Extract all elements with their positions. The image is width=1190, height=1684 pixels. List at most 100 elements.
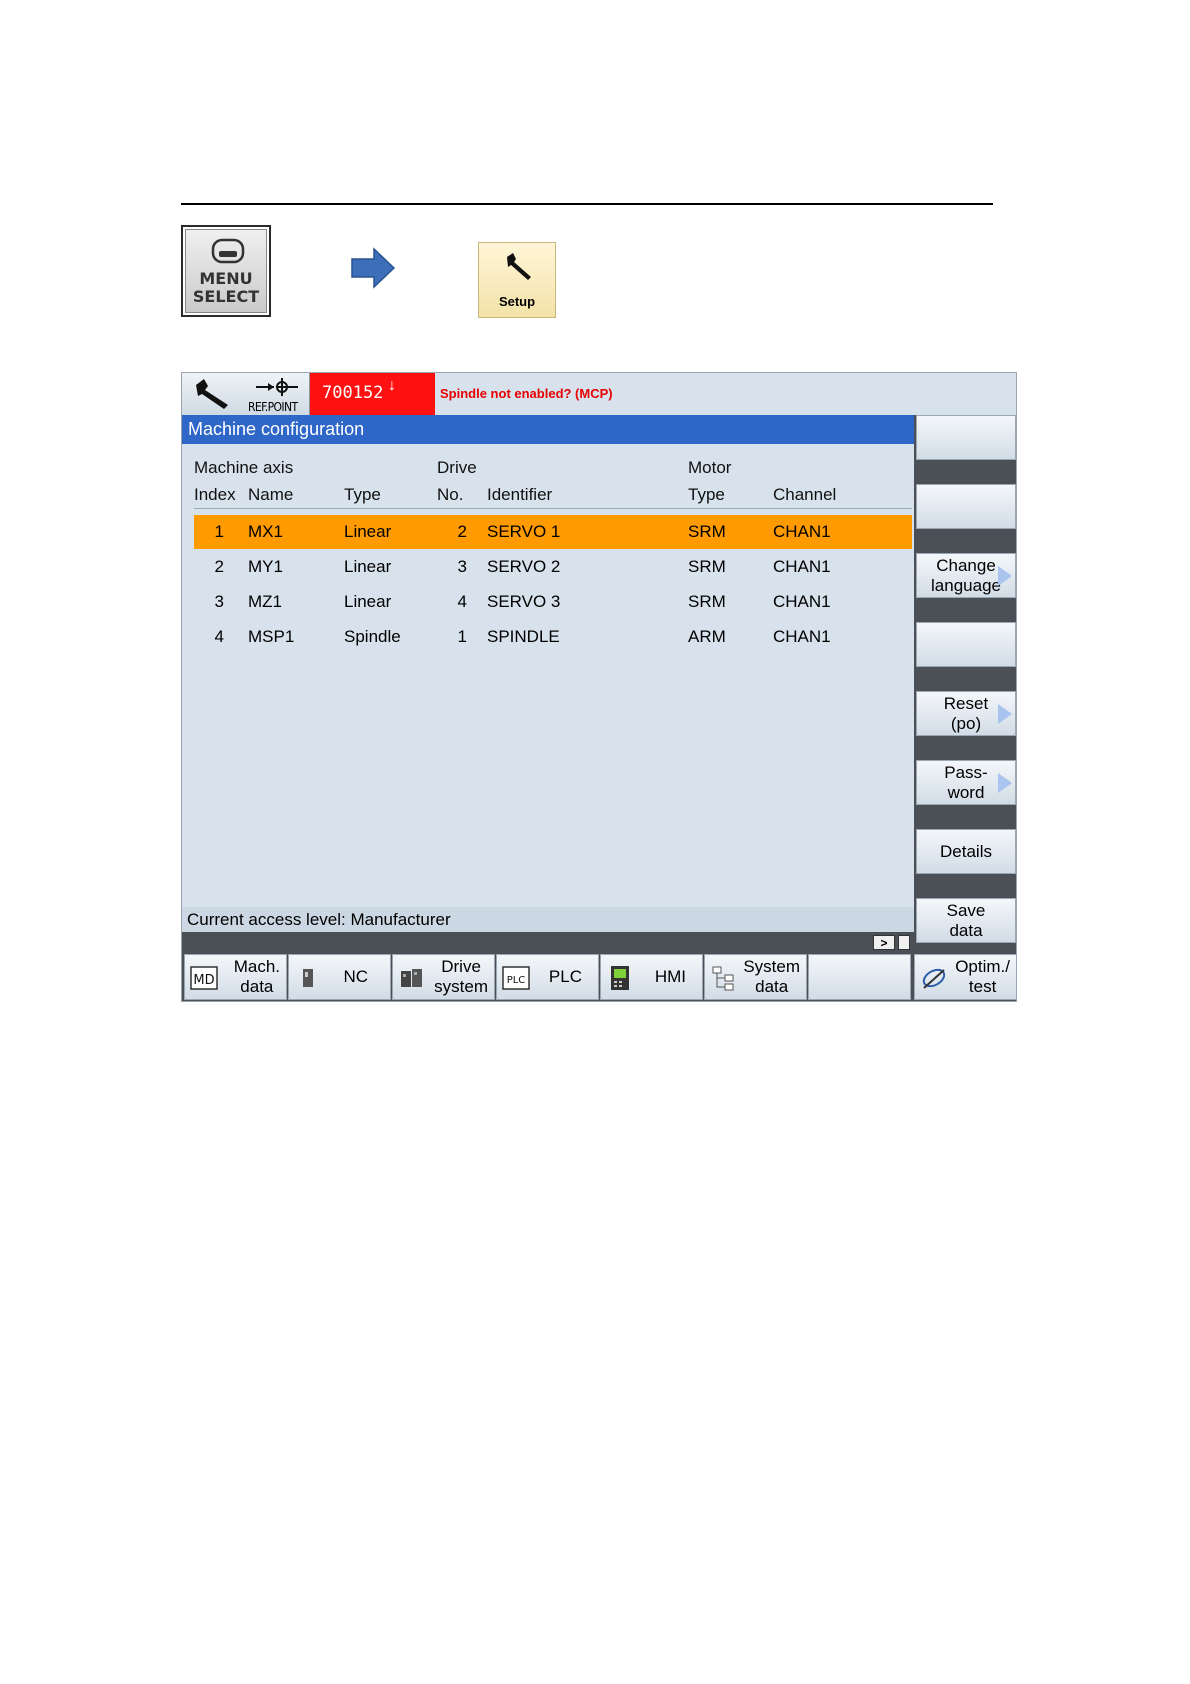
password-button[interactable]: Pass- word	[916, 760, 1016, 805]
wrench-icon	[196, 379, 228, 409]
vsoftkey-label: Save data	[946, 900, 986, 940]
cell-index: 1	[214, 522, 224, 541]
cell-identifier: SPINDLE	[487, 627, 560, 646]
table-row[interactable]: 4 MSP1 Spindle 1 SPINDLE ARM CHAN1	[194, 620, 912, 654]
cell-drive-no: 1	[457, 627, 467, 646]
tree-structure-icon	[712, 966, 734, 991]
cell-motor-type: SRM	[688, 522, 726, 541]
cell-name: MZ1	[248, 592, 282, 611]
cell-channel: CHAN1	[773, 627, 831, 646]
menu-select-key[interactable]: MENU SELECT	[181, 225, 271, 317]
drive-system-icon	[401, 969, 422, 987]
reference-point-icon	[256, 378, 298, 396]
cell-type: Linear	[344, 592, 392, 611]
menu-select-icon	[211, 238, 245, 264]
alarm-box[interactable]: 700152 ↓	[310, 373, 435, 415]
cell-name: MSP1	[248, 627, 295, 646]
cell-index: 3	[214, 592, 224, 611]
nc-button[interactable]: NC	[288, 954, 391, 1000]
vsoftkey-4[interactable]	[916, 622, 1016, 667]
cell-channel: CHAN1	[773, 592, 831, 611]
hsoftkey-label: NC	[343, 967, 368, 986]
hsoftkey-label: PLC	[548, 967, 582, 986]
col-header-motor-type: Type	[688, 485, 725, 504]
cell-type: Spindle	[344, 627, 401, 646]
cell-channel: CHAN1	[773, 522, 831, 541]
plc-button[interactable]: PLC PLC	[496, 954, 599, 1000]
cell-drive-no: 3	[457, 557, 467, 576]
mach-data-button[interactable]: MD Mach. data	[184, 954, 287, 1000]
cell-identifier: SERVO 2	[487, 557, 561, 576]
operating-area-setup[interactable]	[182, 373, 247, 415]
change-language-button[interactable]: Change language	[916, 553, 1016, 598]
cell-channel: CHAN1	[773, 557, 831, 576]
right-arrow-icon	[351, 247, 396, 289]
hmi-header: REF.POINT 700152 ↓ Spindle not enabled? …	[182, 373, 1016, 415]
col-header-type: Type	[344, 485, 381, 504]
cell-identifier: SERVO 1	[487, 522, 561, 541]
table-row[interactable]: 3 MZ1 Linear 4 SERVO 3 SRM CHAN1	[194, 585, 912, 619]
status-strip	[182, 932, 914, 952]
hsoftkey-label: System data	[743, 957, 800, 996]
cell-name: MY1	[248, 557, 283, 576]
cell-type: Linear	[344, 522, 392, 541]
cell-motor-type: SRM	[688, 557, 726, 576]
menu-select-label: MENU SELECT	[192, 269, 260, 306]
setup-label: Setup	[498, 294, 536, 309]
vsoftkey-label: Details	[940, 841, 992, 861]
header-divider	[194, 508, 912, 509]
plc-icon: PLC	[502, 966, 530, 990]
scroll-button[interactable]	[898, 935, 910, 950]
col-header-identifier: Identifier	[487, 485, 553, 504]
submenu-arrow-icon	[998, 773, 1012, 793]
access-level-status: Current access level: Manufacturer	[182, 907, 914, 932]
alarm-down-arrow-icon: ↓	[388, 377, 396, 394]
hsoftkey-label: Optim./ test	[955, 957, 1010, 996]
cell-index: 2	[214, 557, 224, 576]
details-button[interactable]: Details	[916, 829, 1016, 874]
hmi-screen: REF.POINT 700152 ↓ Spindle not enabled? …	[181, 372, 1017, 1002]
alarm-message: Spindle not enabled? (MCP)	[440, 386, 613, 401]
vsoftkey-2[interactable]	[916, 484, 1016, 529]
system-data-button[interactable]: System data	[704, 954, 807, 1000]
md-icon: MD	[190, 966, 218, 990]
hsoftkey-label: HMI	[654, 967, 686, 986]
col-header-no: No.	[437, 485, 464, 504]
optim-test-button[interactable]: Optim./ test	[914, 954, 1017, 1000]
save-data-button[interactable]: Save data	[916, 898, 1016, 943]
cell-drive-no: 4	[457, 592, 467, 611]
reset-po-button[interactable]: Reset (po)	[916, 691, 1016, 736]
more-button[interactable]: >	[873, 935, 895, 950]
oscilloscope-probe-icon	[922, 968, 946, 989]
submenu-arrow-icon	[998, 566, 1012, 586]
cell-identifier: SERVO 3	[487, 592, 561, 611]
col-header-index: Index	[194, 485, 236, 504]
submenu-arrow-icon	[998, 704, 1012, 724]
setup-key[interactable]: Setup	[478, 242, 556, 318]
hsoftkey-empty[interactable]	[808, 954, 911, 1000]
group-header-drive: Drive	[437, 458, 477, 477]
machine-config-table: Machine axis Drive Motor Index Name Type…	[182, 444, 914, 931]
vsoftkey-1[interactable]	[916, 415, 1016, 460]
window-title: Machine configuration	[182, 415, 914, 444]
cell-motor-type: SRM	[688, 592, 726, 611]
nc-module-icon	[303, 969, 313, 987]
col-header-channel: Channel	[773, 485, 837, 504]
hsoftkey-label: Drive system	[434, 957, 488, 996]
group-header-motor: Motor	[688, 458, 732, 477]
svg-text:MD: MD	[193, 973, 214, 988]
table-row[interactable]: 2 MY1 Linear 3 SERVO 2 SRM CHAN1	[194, 550, 912, 584]
cell-drive-no: 2	[457, 522, 467, 541]
alarm-number: 700152	[322, 383, 384, 403]
table-row[interactable]: 1 MX1 Linear 2 SERVO 1 SRM CHAN1	[194, 515, 912, 549]
drive-system-button[interactable]: Drive system	[392, 954, 495, 1000]
cell-name: MX1	[248, 522, 283, 541]
wrench-icon	[507, 253, 531, 280]
group-header-machine-axis: Machine axis	[194, 458, 294, 477]
cell-type: Linear	[344, 557, 392, 576]
hmi-panel-icon	[611, 966, 629, 990]
hmi-button[interactable]: HMI	[600, 954, 703, 1000]
col-header-name: Name	[248, 485, 294, 504]
svg-text:PLC: PLC	[507, 975, 526, 986]
refpoint-label: REF.POINT	[248, 400, 298, 414]
